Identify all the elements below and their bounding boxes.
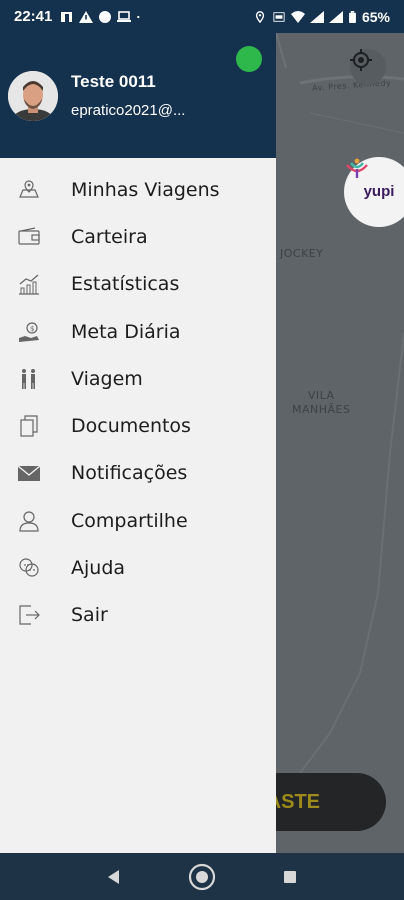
travel-icon <box>16 366 42 392</box>
user-info: Teste 0011 epratico2021@... <box>71 72 185 119</box>
system-status-icons: 65% <box>253 9 390 25</box>
user-name: Teste 0011 <box>71 72 156 91</box>
app-notification-icon <box>61 11 73 22</box>
signal-2-icon <box>328 10 343 23</box>
yupi-brand-label: yupi <box>363 182 395 200</box>
map-label-vila-manhaes: VILA MANHÃES <box>292 389 351 416</box>
documents-icon <box>16 413 42 439</box>
location-icon <box>255 10 265 23</box>
help-icon <box>16 555 42 581</box>
chat-bubble-icon <box>99 10 112 23</box>
navigation-drawer: Teste 0011 epratico2021@... Minhas Viage… <box>0 33 276 853</box>
svg-text:$: $ <box>30 325 34 333</box>
menu-item-label: Sair <box>71 604 108 627</box>
signal-icon <box>309 10 324 23</box>
wifi-icon <box>290 10 305 23</box>
yupi-logo-icon <box>346 158 368 178</box>
drawer-header: Teste 0011 epratico2021@... <box>0 33 276 158</box>
menu-item-label: Ajuda <box>71 557 126 580</box>
menu-item-notificacoes[interactable]: Notificações <box>0 450 276 497</box>
menu-item-documentos[interactable]: Documentos <box>0 402 276 449</box>
back-triangle-icon <box>108 869 119 884</box>
volte-icon <box>273 11 285 22</box>
user-avatar-image <box>8 70 58 121</box>
menu-item-label: Minhas Viagens <box>71 178 220 201</box>
menu-item-label: Notificações <box>71 462 188 485</box>
locate-me-button[interactable] <box>350 49 386 85</box>
chart-icon <box>16 271 42 297</box>
more-dot-icon <box>137 15 140 18</box>
menu-item-viagem[interactable]: Viagem <box>0 355 276 402</box>
battery-percent: 65% <box>361 8 390 25</box>
warning-icon <box>79 10 94 23</box>
menu-item-label: Documentos <box>71 415 191 438</box>
status-bar: 22:41 65% <box>0 0 404 33</box>
wallet-icon <box>16 224 42 250</box>
menu-item-meta-diaria[interactable]: $ Meta Diária <box>0 308 276 355</box>
menu-item-sair[interactable]: Sair <box>0 592 276 639</box>
home-circle-icon <box>188 863 216 890</box>
notification-icons <box>60 10 144 23</box>
logout-icon <box>16 602 42 628</box>
status-time: 22:41 <box>14 8 53 25</box>
menu-item-label: Meta Diária <box>71 320 181 343</box>
drawer-menu: Minhas Viagens Carteira Estatísticas $ M… <box>0 158 276 639</box>
menu-item-label: Carteira <box>71 225 148 248</box>
system-nav-bar <box>0 853 404 900</box>
map-label-jockey: JOCKEY <box>280 247 324 260</box>
envelope-icon <box>16 460 42 486</box>
menu-item-label: Viagem <box>71 367 143 390</box>
home-button[interactable] <box>187 862 217 892</box>
menu-item-label: Estatísticas <box>71 273 180 296</box>
back-button[interactable] <box>99 862 129 892</box>
menu-item-carteira[interactable]: Carteira <box>0 213 276 260</box>
crosshair-icon <box>350 49 372 71</box>
trips-icon <box>16 177 42 203</box>
menu-item-ajuda[interactable]: Ajuda <box>0 544 276 591</box>
menu-item-label: Compartilhe <box>71 509 188 532</box>
menu-item-estatisticas[interactable]: Estatísticas <box>0 261 276 308</box>
user-email: epratico2021@... <box>71 102 186 119</box>
recents-square-icon <box>284 870 296 883</box>
laptop-icon <box>117 10 132 22</box>
menu-item-minhas-viagens[interactable]: Minhas Viagens <box>0 166 276 213</box>
battery-icon <box>349 10 356 23</box>
recents-button[interactable] <box>275 862 305 892</box>
avatar[interactable] <box>8 70 58 121</box>
menu-item-compartilhe[interactable]: Compartilhe <box>0 497 276 544</box>
goal-icon: $ <box>16 319 42 345</box>
online-status-indicator <box>236 46 262 72</box>
user-share-icon <box>16 508 42 534</box>
